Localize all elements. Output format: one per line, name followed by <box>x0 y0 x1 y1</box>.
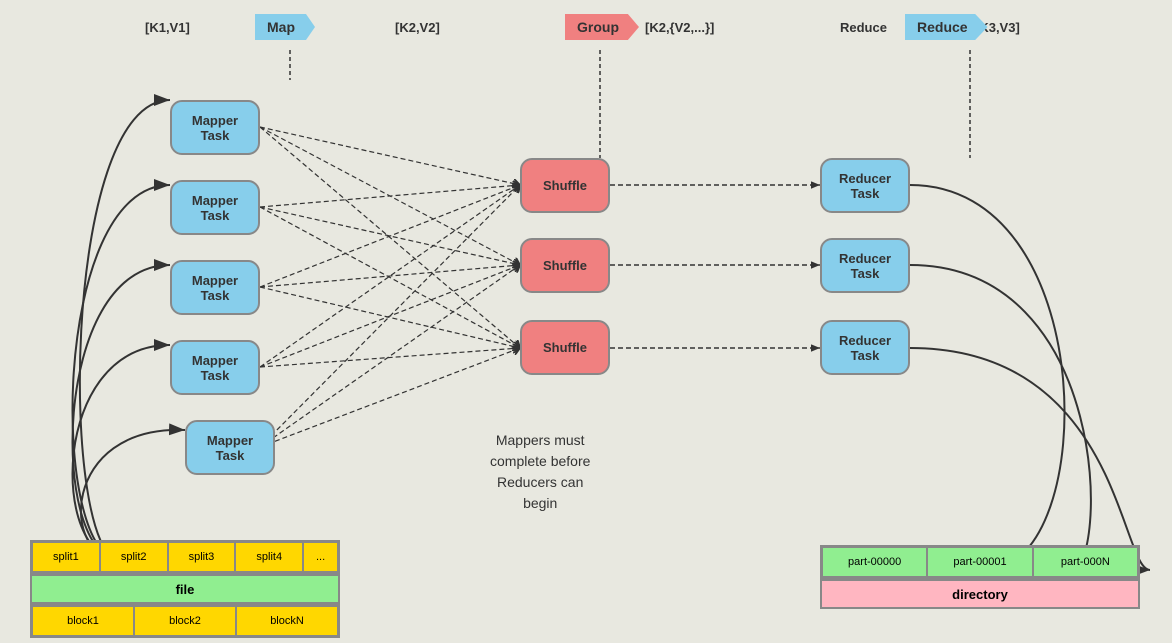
reducer-task-3: ReducerTask <box>820 320 910 375</box>
part-00000: part-00000 <box>822 547 927 577</box>
reduce-arrow: Reduce <box>905 14 988 40</box>
group-arrow: Group <box>565 14 639 40</box>
mapper-task-4: MapperTask <box>170 340 260 395</box>
part-00001: part-00001 <box>927 547 1032 577</box>
k2v2set-label: [K2,{V2,...}] <box>645 20 714 35</box>
split2: split2 <box>100 542 168 572</box>
split3: split3 <box>168 542 236 572</box>
reduce-word-label: Reduce <box>840 20 887 35</box>
group-label: Group <box>565 14 639 40</box>
bottom-right-container: part-00000 part-00001 part-000N director… <box>820 545 1140 609</box>
reducer-task-2: ReducerTask <box>820 238 910 293</box>
map-label: Map <box>255 14 315 40</box>
bottom-left-container: split1 split2 split3 split4 ... file blo… <box>30 540 340 638</box>
block2: block2 <box>134 606 236 636</box>
shuffle-task-1: Shuffle <box>520 158 610 213</box>
map-arrow: Map <box>255 14 315 40</box>
k1v1-label: [K1,V1] <box>145 20 190 35</box>
mapper-task-3: MapperTask <box>170 260 260 315</box>
diagram-container: [K1,V1] [K2,V2] [K2,{V2,...}] Reduce [K3… <box>0 0 1172 643</box>
mapper-task-2: MapperTask <box>170 180 260 235</box>
k2v2-label: [K2,V2] <box>395 20 440 35</box>
mapper-task-5: MapperTask <box>185 420 275 475</box>
mapper-task-1: MapperTask <box>170 100 260 155</box>
file-label: file <box>30 574 340 604</box>
split4: split4 <box>235 542 303 572</box>
blocks-row: block1 block2 blockN <box>30 604 340 638</box>
parts-row: part-00000 part-00001 part-000N <box>820 545 1140 579</box>
reduce-label: Reduce <box>905 14 988 40</box>
blockN: blockN <box>236 606 338 636</box>
shuffle-task-3: Shuffle <box>520 320 610 375</box>
directory-label: directory <box>820 579 1140 609</box>
reducer-task-1: ReducerTask <box>820 158 910 213</box>
shuffle-task-2: Shuffle <box>520 238 610 293</box>
note-text: Mappers mustcomplete beforeReducers canb… <box>490 430 590 514</box>
block1: block1 <box>32 606 134 636</box>
part-000N: part-000N <box>1033 547 1138 577</box>
splits-row: split1 split2 split3 split4 ... <box>30 540 340 574</box>
split1: split1 <box>32 542 100 572</box>
split-ellipsis: ... <box>303 542 338 572</box>
